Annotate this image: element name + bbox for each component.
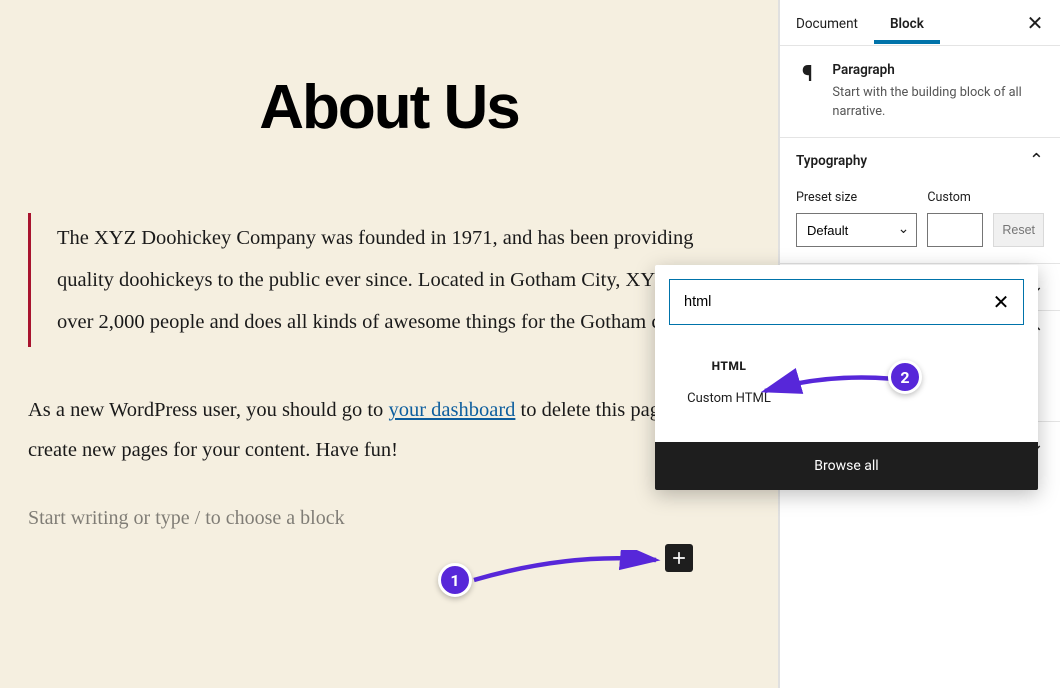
reset-button[interactable]: Reset [993, 213, 1044, 247]
browse-all-button[interactable]: Browse all [655, 442, 1038, 490]
sidebar-tabs: Document Block ✕ [780, 0, 1060, 46]
empty-block-placeholder[interactable]: Start writing or type / to choose a bloc… [28, 507, 750, 530]
inserter-result-label: Custom HTML [675, 391, 783, 406]
block-card: ¶ Paragraph Start with the building bloc… [780, 46, 1060, 137]
block-inserter-popover: ✕ HTML Custom HTML Browse all [655, 265, 1038, 490]
typography-panel: Typography ⌃ Preset size Default ⌄ Custo… [780, 137, 1060, 263]
para-text-before: As a new WordPress user, you should go t… [28, 399, 388, 421]
plus-icon [669, 548, 689, 568]
close-sidebar-button[interactable]: ✕ [1020, 8, 1050, 38]
html-block-icon: HTML [675, 359, 783, 373]
annotation-badge-2: 2 [888, 360, 922, 394]
custom-size-label: Custom [927, 190, 983, 205]
preset-size-label: Preset size [796, 190, 917, 205]
block-card-title: Paragraph [832, 62, 1044, 78]
intro-paragraph[interactable]: As a new WordPress user, you should go t… [28, 391, 750, 471]
paragraph-icon: ¶ [796, 62, 818, 121]
page-title[interactable]: About Us [28, 72, 750, 143]
add-block-button[interactable] [665, 544, 693, 572]
close-icon: ✕ [1027, 11, 1044, 35]
inserter-result-custom-html[interactable]: HTML Custom HTML [669, 347, 789, 418]
custom-size-input[interactable] [927, 213, 983, 247]
typography-panel-toggle[interactable]: Typography ⌃ [780, 138, 1060, 184]
block-card-description: Start with the building block of all nar… [832, 84, 1044, 121]
typography-panel-title: Typography [796, 153, 867, 169]
clear-search-button[interactable]: ✕ [988, 289, 1014, 315]
tab-block[interactable]: Block [874, 2, 940, 44]
quote-text: The XYZ Doohickey Company was founded in… [57, 217, 750, 343]
close-icon: ✕ [993, 290, 1010, 314]
quote-block[interactable]: The XYZ Doohickey Company was founded in… [28, 213, 750, 347]
tab-document[interactable]: Document [780, 2, 874, 44]
block-search-input[interactable] [669, 279, 1024, 325]
preset-size-select[interactable]: Default [796, 213, 917, 247]
dashboard-link[interactable]: your dashboard [388, 399, 515, 421]
annotation-badge-1: 1 [438, 563, 472, 597]
chevron-up-icon: ⌃ [1029, 152, 1044, 170]
